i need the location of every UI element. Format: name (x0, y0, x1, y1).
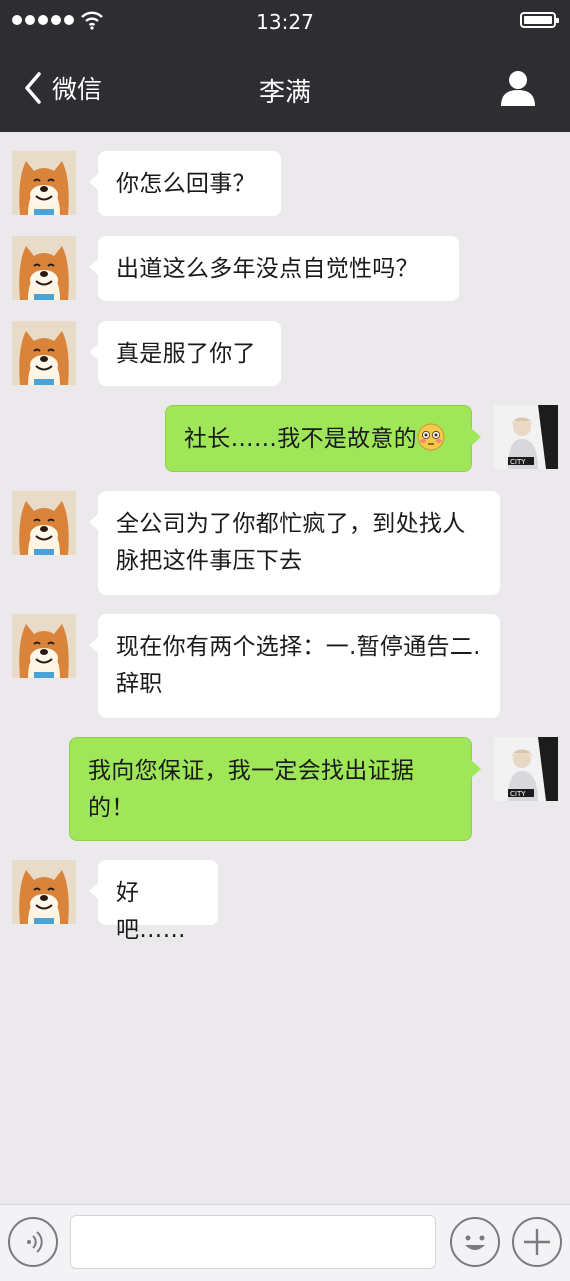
status-bar: 13:27 (0, 0, 570, 44)
message-bubble[interactable]: 我向您保证，我一定会找出证据的！ (69, 737, 481, 841)
user-photo-avatar-icon: CITY (494, 405, 558, 469)
plus-button[interactable] (512, 1217, 562, 1267)
svg-text:CITY: CITY (510, 790, 526, 798)
contact-avatar[interactable] (12, 151, 76, 215)
input-bar (0, 1204, 570, 1281)
shiba-dog-avatar-icon (12, 860, 76, 924)
my-avatar[interactable]: CITY (494, 737, 558, 801)
contact-avatar[interactable] (12, 236, 76, 300)
emoji-button[interactable] (450, 1217, 500, 1267)
message-input[interactable] (70, 1215, 436, 1269)
shiba-dog-avatar-icon (12, 491, 76, 555)
nav-bar: 微信 李满 (0, 44, 570, 132)
chat-title: 李满 (258, 78, 311, 108)
message-bubble[interactable]: 好吧…… (89, 860, 218, 943)
message-bubble[interactable]: 真是服了你了 (89, 321, 281, 386)
shiba-dog-avatar-icon (12, 236, 76, 300)
svg-text:CITY: CITY (510, 458, 526, 466)
emoji-icon (465, 1235, 485, 1250)
message-text: 社长……我不是故意的 (184, 426, 417, 452)
top-bar: 13:27 微信 李满 (0, 0, 570, 132)
message-bubble[interactable]: 全公司为了你都忙疯了，到处找人脉把这件事压下去 (89, 491, 500, 595)
message-bubble[interactable]: 你怎么回事？ (89, 151, 281, 216)
message-bubble[interactable]: 现在你有两个选择：一.暂停通告二.辞职 (89, 614, 500, 718)
user-photo-avatar-icon: CITY (494, 737, 558, 801)
flushed-face-emoji-icon (417, 423, 445, 451)
contact-avatar[interactable] (12, 491, 76, 555)
plus-icon (524, 1229, 550, 1255)
profile-icon[interactable] (498, 68, 538, 108)
contact-avatar[interactable] (12, 860, 76, 924)
message-bubble[interactable]: 社长……我不是故意的 (165, 405, 481, 472)
voice-button[interactable] (8, 1217, 58, 1267)
contact-avatar[interactable] (12, 321, 76, 385)
contact-avatar[interactable] (12, 614, 76, 678)
shiba-dog-avatar-icon (12, 151, 76, 215)
battery-icon (520, 12, 559, 28)
message-bubble[interactable]: 出道这么多年没点自觉性吗？ (89, 236, 459, 301)
my-avatar[interactable]: CITY (494, 405, 558, 469)
status-time: 13:27 (256, 10, 314, 34)
voice-icon (27, 1231, 43, 1253)
shiba-dog-avatar-icon (12, 614, 76, 678)
shiba-dog-avatar-icon (12, 321, 76, 385)
